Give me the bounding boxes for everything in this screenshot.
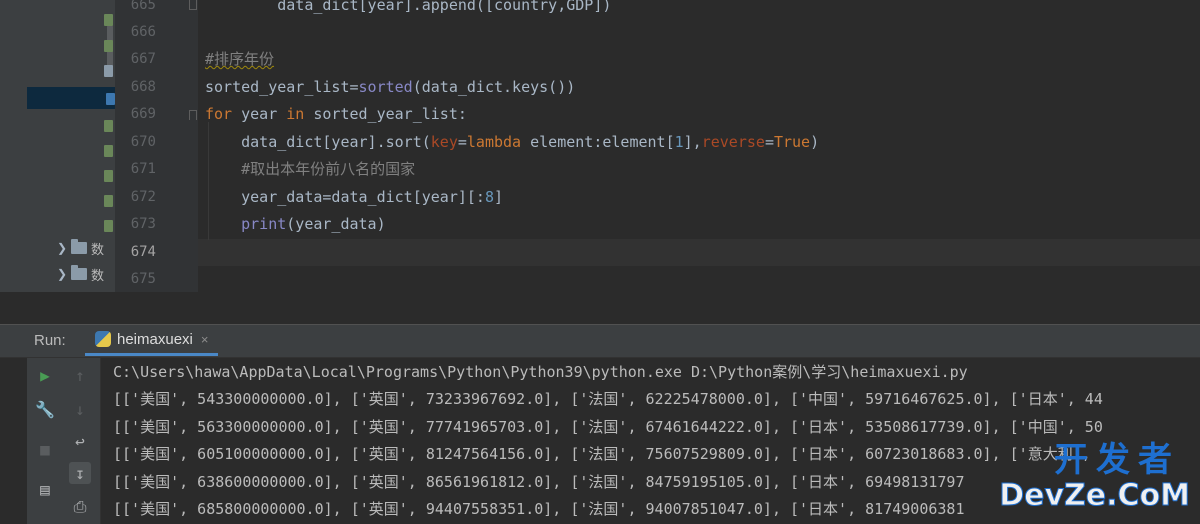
python-file-icon bbox=[106, 93, 115, 105]
console-line: [['美国', 605100000000.0], ['英国', 81247564… bbox=[113, 445, 1091, 463]
line-number: 675 bbox=[130, 271, 156, 287]
line-number: 666 bbox=[130, 24, 156, 40]
layout-icon[interactable]: ▤ bbox=[34, 478, 56, 500]
project-tree-panel: ❯ 数 ❯ 数 A bbox=[27, 0, 115, 325]
html-file-icon bbox=[104, 120, 113, 132]
scroll-to-end-icon[interactable]: ↧ bbox=[69, 462, 91, 484]
arrow-up-icon[interactable]: ↑ bbox=[69, 364, 91, 386]
code-line-673[interactable]: print(year_data) bbox=[205, 211, 386, 238]
html-file-icon bbox=[104, 195, 113, 207]
run-toolbar-primary: ▶ 🔧 ■ ▤ bbox=[27, 358, 62, 524]
console-line: [['美国', 543300000000.0], ['英国', 73233967… bbox=[113, 390, 1103, 408]
soft-wrap-icon[interactable]: ↩ bbox=[69, 430, 91, 452]
code-line-669[interactable]: for year in sorted_year_list: bbox=[205, 101, 467, 128]
editor-gutter: 665 666 667 668 669 670 671 672 673 674 … bbox=[115, 0, 198, 292]
code-line-670[interactable]: data_dict[year].sort(key=lambda element:… bbox=[205, 129, 819, 156]
line-number: 665 bbox=[130, 0, 156, 13]
code-editor[interactable]: data_dict[year].append([country,GDP]) #排… bbox=[198, 0, 1200, 292]
line-number: 667 bbox=[130, 51, 156, 67]
console-line: C:\Users\hawa\AppData\Local\Programs\Pyt… bbox=[113, 363, 968, 381]
file-icon bbox=[104, 65, 113, 77]
code-line-667[interactable]: #排序年份 bbox=[205, 46, 274, 73]
python-icon bbox=[95, 331, 111, 347]
tree-folder-label: 数 bbox=[91, 267, 105, 283]
html-file-icon bbox=[104, 170, 113, 182]
html-file-icon bbox=[104, 14, 113, 26]
tree-folder-row[interactable]: ❯ 数 bbox=[57, 237, 104, 259]
line-number: 668 bbox=[130, 79, 156, 95]
watermark-en: DevZe.CoM bbox=[999, 478, 1191, 514]
current-line-highlight bbox=[198, 239, 1200, 266]
run-config-tab[interactable]: heimaxuexi × bbox=[85, 325, 219, 356]
wrench-icon[interactable]: 🔧 bbox=[34, 398, 56, 420]
line-number: 671 bbox=[130, 161, 156, 177]
tree-folder-label: 数 bbox=[91, 241, 105, 257]
html-file-icon bbox=[104, 145, 113, 157]
fold-end-icon[interactable] bbox=[189, 0, 197, 10]
run-toolbar-secondary: ↑ ↓ ↩ ↧ ⎙ bbox=[62, 358, 101, 524]
code-line-671[interactable]: #取出本年份前八名的国家 bbox=[205, 156, 415, 183]
line-number-active: 674 bbox=[130, 244, 156, 260]
tree-selected-row[interactable] bbox=[27, 87, 115, 109]
html-file-icon bbox=[104, 220, 113, 232]
watermark-cn: 开发者 bbox=[1054, 440, 1180, 480]
run-tab-label: heimaxuexi bbox=[117, 330, 193, 348]
console-line: [['美国', 685800000000.0], ['英国', 94407558… bbox=[113, 500, 965, 518]
line-number: 670 bbox=[130, 134, 156, 150]
html-file-icon bbox=[104, 40, 113, 52]
tree-folder-row[interactable]: ❯ 数 bbox=[57, 263, 104, 285]
run-tool-window-header: Run: heimaxuexi × bbox=[0, 325, 1200, 358]
editor-bottom-area bbox=[0, 292, 1200, 325]
watermark-logo: 开发者 DevZe.CoM bbox=[999, 430, 1191, 524]
chevron-right-icon[interactable]: ❯ bbox=[57, 241, 71, 255]
print-icon[interactable]: ⎙ bbox=[69, 496, 91, 518]
stop-icon[interactable]: ■ bbox=[34, 438, 56, 460]
code-line-668[interactable]: sorted_year_list=sorted(data_dict.keys()… bbox=[205, 74, 575, 101]
line-number: 673 bbox=[130, 216, 156, 232]
folder-icon bbox=[71, 265, 87, 280]
fold-start-icon[interactable] bbox=[189, 110, 197, 120]
line-number: 669 bbox=[130, 106, 156, 122]
close-icon[interactable]: × bbox=[201, 332, 209, 347]
console-line: [['美国', 563300000000.0], ['英国', 77741965… bbox=[113, 418, 1103, 436]
run-icon[interactable]: ▶ bbox=[34, 364, 56, 386]
activity-strip bbox=[0, 0, 28, 325]
chevron-right-icon[interactable]: ❯ bbox=[57, 267, 71, 281]
run-label: Run: bbox=[34, 332, 66, 349]
console-line: [['美国', 638600000000.0], ['英国', 86561961… bbox=[113, 473, 965, 491]
line-number: 672 bbox=[130, 189, 156, 205]
folder-icon bbox=[71, 239, 87, 254]
code-line-665[interactable]: data_dict[year].append([country,GDP]) bbox=[205, 0, 611, 19]
code-line-672[interactable]: year_data=data_dict[year][:8] bbox=[205, 184, 503, 211]
arrow-down-icon[interactable]: ↓ bbox=[69, 398, 91, 420]
